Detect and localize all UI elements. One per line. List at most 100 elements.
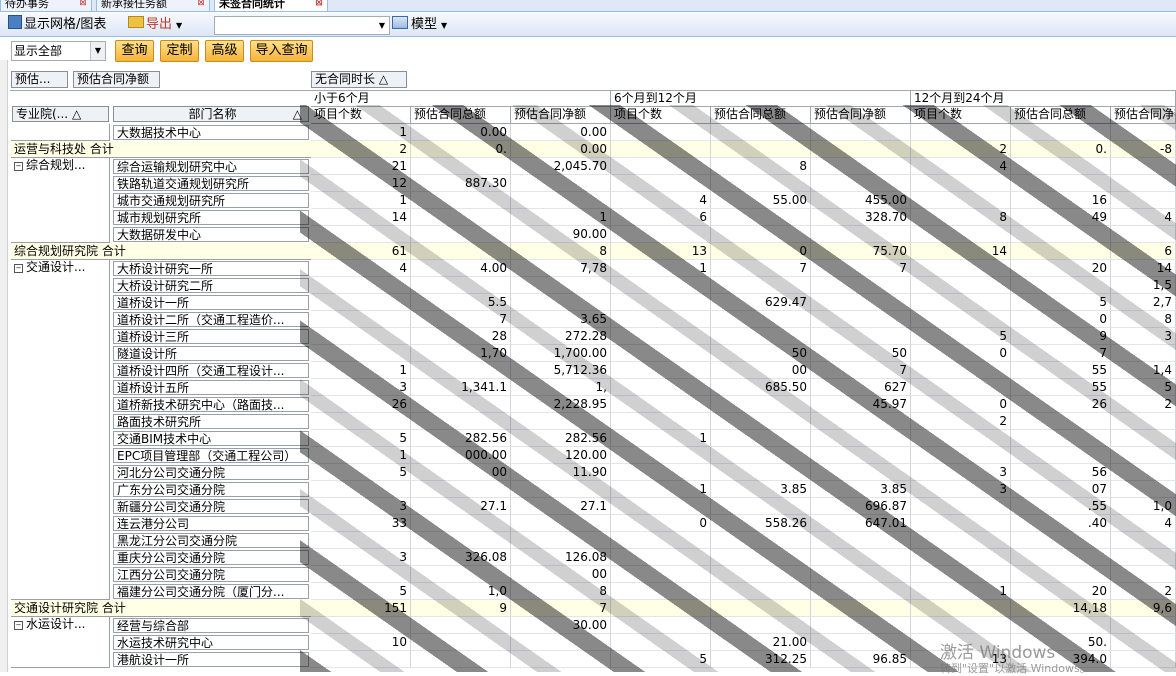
value-cell[interactable] bbox=[811, 464, 911, 481]
value-cell[interactable]: 55.00 bbox=[711, 192, 811, 209]
value-cell[interactable] bbox=[811, 124, 911, 141]
value-cell[interactable] bbox=[811, 141, 911, 158]
value-cell[interactable] bbox=[811, 447, 911, 464]
value-cell[interactable] bbox=[611, 277, 711, 294]
value-cell[interactable]: 55 bbox=[1011, 362, 1111, 379]
filter-field-estimate[interactable]: 预估... bbox=[11, 71, 68, 88]
value-cell[interactable]: 0 bbox=[711, 243, 811, 260]
measure-header[interactable]: 项目个数 bbox=[611, 107, 711, 124]
value-cell[interactable] bbox=[511, 277, 611, 294]
close-icon[interactable]: ⊠ bbox=[196, 0, 206, 9]
value-cell[interactable] bbox=[811, 311, 911, 328]
value-cell[interactable]: 4 bbox=[911, 158, 1011, 175]
value-cell[interactable] bbox=[811, 430, 911, 447]
value-cell[interactable]: 282.56 bbox=[511, 430, 611, 447]
close-icon[interactable]: ⊠ bbox=[78, 0, 88, 9]
value-cell[interactable] bbox=[311, 413, 411, 430]
value-cell[interactable] bbox=[711, 617, 811, 634]
value-cell[interactable]: 14 bbox=[311, 209, 411, 226]
value-cell[interactable] bbox=[911, 566, 1011, 583]
value-cell[interactable]: 00 bbox=[711, 362, 811, 379]
value-cell[interactable]: 0 bbox=[911, 396, 1011, 413]
value-cell[interactable] bbox=[711, 430, 811, 447]
department-cell[interactable]: 新疆分公司交通分院 bbox=[113, 499, 309, 514]
department-cell[interactable]: 城市交通规划研究所 bbox=[113, 193, 309, 208]
value-cell[interactable] bbox=[711, 549, 811, 566]
value-cell[interactable] bbox=[911, 515, 1011, 532]
export-button[interactable]: 导出 ▼ bbox=[128, 15, 190, 35]
value-cell[interactable] bbox=[511, 515, 611, 532]
value-cell[interactable]: 0.00 bbox=[411, 124, 511, 141]
value-cell[interactable] bbox=[1011, 430, 1111, 447]
value-cell[interactable] bbox=[1111, 566, 1176, 583]
value-cell[interactable] bbox=[611, 413, 711, 430]
value-cell[interactable] bbox=[611, 345, 711, 362]
value-cell[interactable] bbox=[811, 158, 911, 175]
value-cell[interactable]: 272.28 bbox=[511, 328, 611, 345]
value-cell[interactable]: 4.00 bbox=[411, 260, 511, 277]
value-cell[interactable]: 11.90 bbox=[511, 464, 611, 481]
value-cell[interactable] bbox=[611, 617, 711, 634]
value-cell[interactable] bbox=[511, 532, 611, 549]
value-cell[interactable] bbox=[1011, 277, 1111, 294]
value-cell[interactable] bbox=[611, 447, 711, 464]
value-cell[interactable]: 21.00 bbox=[711, 634, 811, 651]
value-cell[interactable] bbox=[711, 600, 811, 617]
value-cell[interactable]: 8 bbox=[511, 583, 611, 600]
value-cell[interactable]: 2,228.95 bbox=[511, 396, 611, 413]
value-cell[interactable] bbox=[311, 328, 411, 345]
value-cell[interactable]: 9 bbox=[1011, 328, 1111, 345]
value-cell[interactable] bbox=[411, 651, 511, 668]
value-cell[interactable] bbox=[1011, 226, 1111, 243]
value-cell[interactable] bbox=[1111, 549, 1176, 566]
value-cell[interactable]: 0. bbox=[411, 141, 511, 158]
value-cell[interactable] bbox=[911, 447, 1011, 464]
value-cell[interactable] bbox=[1111, 192, 1176, 209]
value-cell[interactable]: 8 bbox=[911, 209, 1011, 226]
department-cell[interactable]: 城市规划研究所 bbox=[113, 210, 309, 225]
value-cell[interactable]: 50 bbox=[711, 345, 811, 362]
value-cell[interactable]: 61 bbox=[311, 243, 411, 260]
value-cell[interactable]: 3 bbox=[311, 549, 411, 566]
department-cell[interactable]: 广东分公司交通分院 bbox=[113, 482, 309, 497]
row-field-institute[interactable]: 专业院(... △ bbox=[12, 106, 109, 122]
value-cell[interactable] bbox=[1111, 158, 1176, 175]
value-cell[interactable] bbox=[311, 226, 411, 243]
value-cell[interactable] bbox=[911, 311, 1011, 328]
value-cell[interactable] bbox=[311, 651, 411, 668]
value-cell[interactable]: 1 bbox=[511, 209, 611, 226]
value-cell[interactable] bbox=[311, 311, 411, 328]
department-cell[interactable]: 黑龙江分公司交通分院 bbox=[113, 533, 309, 548]
value-cell[interactable]: 3.85 bbox=[811, 481, 911, 498]
value-cell[interactable] bbox=[411, 277, 511, 294]
value-cell[interactable]: 7 bbox=[811, 260, 911, 277]
value-cell[interactable] bbox=[711, 175, 811, 192]
value-cell[interactable] bbox=[711, 311, 811, 328]
value-cell[interactable]: 151 bbox=[311, 600, 411, 617]
department-cell[interactable]: 经营与综合部 bbox=[113, 618, 309, 633]
department-cell[interactable]: 大数据研发中心 bbox=[113, 227, 309, 242]
value-cell[interactable]: 12 bbox=[311, 175, 411, 192]
value-cell[interactable] bbox=[611, 311, 711, 328]
value-cell[interactable] bbox=[711, 396, 811, 413]
value-cell[interactable] bbox=[1011, 617, 1111, 634]
measure-header[interactable]: 预估合同净额 bbox=[1111, 107, 1176, 124]
value-cell[interactable] bbox=[1111, 464, 1176, 481]
measure-header[interactable]: 预估合同总额 bbox=[711, 107, 811, 124]
value-cell[interactable]: 1,0 bbox=[411, 583, 511, 600]
department-cell[interactable]: 道桥设计一所 bbox=[113, 295, 309, 310]
value-cell[interactable]: 5 bbox=[911, 328, 1011, 345]
value-cell[interactable] bbox=[711, 583, 811, 600]
value-cell[interactable] bbox=[311, 481, 411, 498]
row-group[interactable]: − 综合规划... bbox=[11, 158, 110, 243]
value-cell[interactable]: 1 bbox=[611, 481, 711, 498]
value-cell[interactable] bbox=[611, 124, 711, 141]
value-cell[interactable]: 1 bbox=[311, 362, 411, 379]
value-cell[interactable]: 696.87 bbox=[811, 498, 911, 515]
value-cell[interactable]: 685.50 bbox=[711, 379, 811, 396]
value-cell[interactable] bbox=[411, 243, 511, 260]
collapse-icon[interactable]: − bbox=[14, 621, 23, 630]
value-cell[interactable] bbox=[711, 209, 811, 226]
department-cell[interactable]: 大桥设计研究二所 bbox=[113, 278, 309, 293]
value-cell[interactable]: 9,6 bbox=[1111, 600, 1176, 617]
